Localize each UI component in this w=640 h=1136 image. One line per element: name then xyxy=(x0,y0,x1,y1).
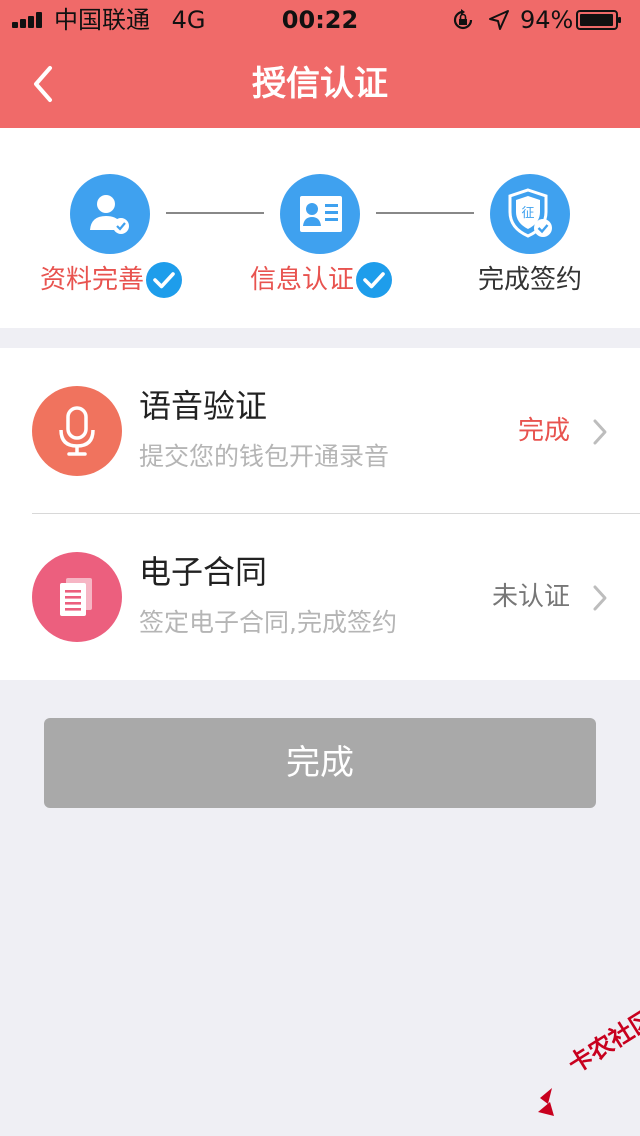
battery-percent: 94% xyxy=(520,6,574,34)
e-contract-row[interactable]: 电子合同 签定电子合同,完成签约 未认证 xyxy=(0,514,640,679)
navigation-bar: 授信认证 xyxy=(0,40,640,128)
step-2-id-card-icon xyxy=(280,174,360,254)
step-1-user-check-icon xyxy=(70,174,150,254)
svg-text:征: 征 xyxy=(521,206,534,221)
row-title: 电子合同 xyxy=(139,553,268,591)
step-connector-1 xyxy=(166,212,264,214)
progress-steps: 征 资料完善 信息认证 完成签约 xyxy=(0,128,640,328)
microphone-icon xyxy=(32,386,122,476)
step-connector-2 xyxy=(376,212,474,214)
step-3-label: 完成签约 xyxy=(478,265,583,295)
location-arrow-icon xyxy=(489,10,509,30)
status-bar: 中国联通 4G 00:22 94% xyxy=(0,0,640,40)
verification-list: 语音验证 提交您的钱包开通录音 完成 电子合同 签定电子合同,完成签约 未认证 xyxy=(0,348,640,680)
step-1-check-icon xyxy=(146,262,182,298)
chevron-right-icon xyxy=(593,585,607,611)
row-subtitle: 提交您的钱包开通录音 xyxy=(139,442,390,471)
status-text: 未认证 xyxy=(491,582,570,612)
row-title: 语音验证 xyxy=(139,387,268,425)
orientation-lock-icon xyxy=(453,9,473,30)
chevron-right-icon xyxy=(593,419,607,445)
status-text: 完成 xyxy=(517,416,570,446)
battery-icon xyxy=(576,10,621,30)
step-2-check-icon xyxy=(356,262,392,298)
page-title: 授信认证 xyxy=(252,64,388,104)
voice-verification-row[interactable]: 语音验证 提交您的钱包开通录音 完成 xyxy=(0,348,640,513)
row-subtitle: 签定电子合同,完成签约 xyxy=(139,608,397,637)
step-1-label: 资料完善 xyxy=(40,265,145,295)
step-2-label: 信息认证 xyxy=(250,265,355,295)
step-3-shield-seal-icon: 征 xyxy=(490,174,570,254)
done-button[interactable]: 完成 xyxy=(44,718,596,808)
document-icon xyxy=(32,552,122,642)
